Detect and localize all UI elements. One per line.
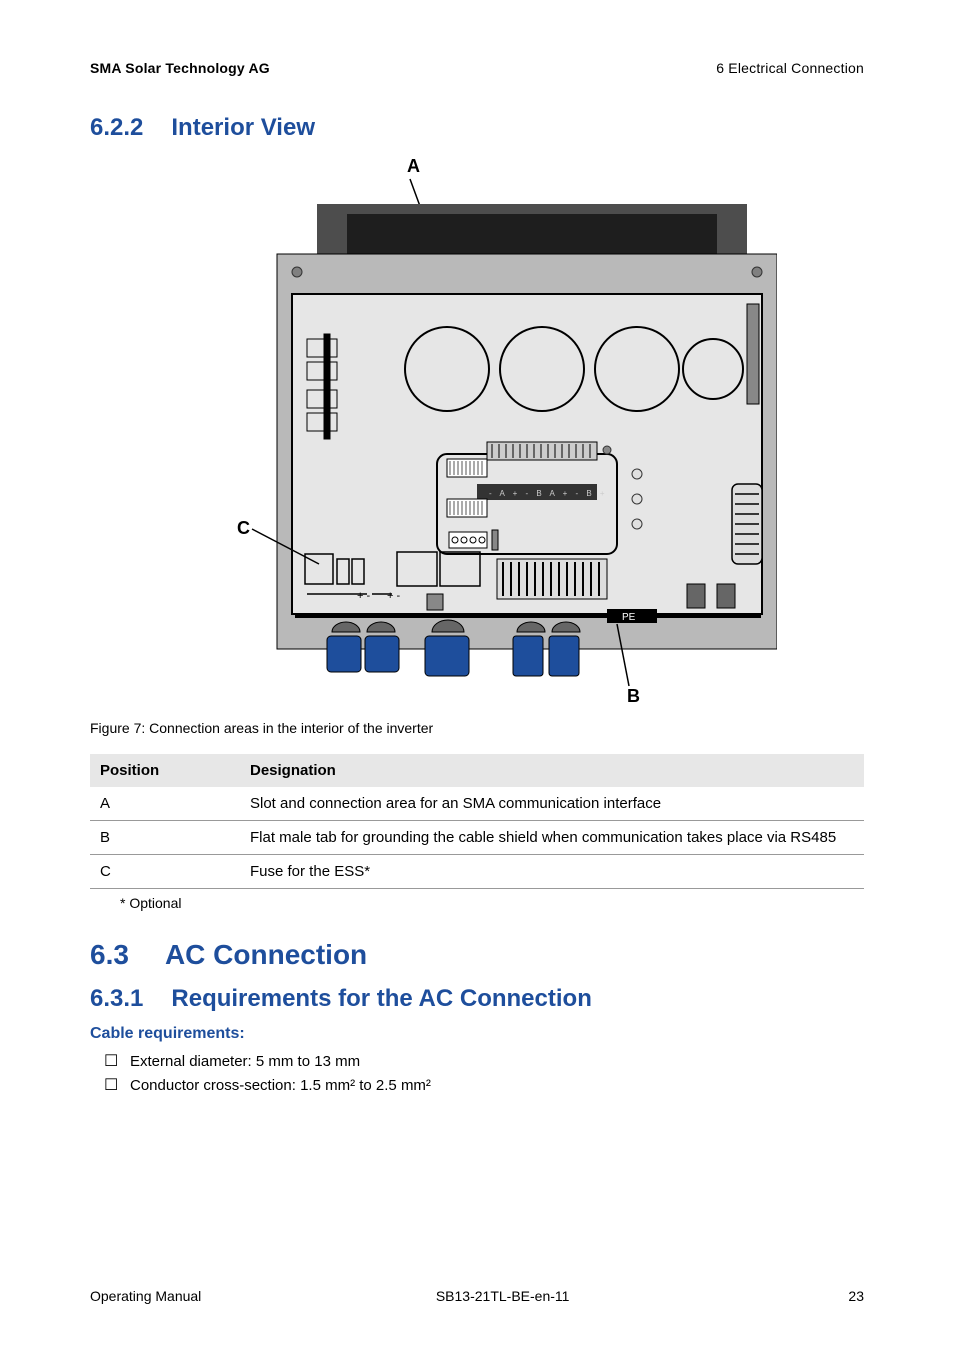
designation-table: Position Designation A Slot and connecti… [90, 754, 864, 889]
cell-designation: Fuse for the ESS* [240, 855, 864, 889]
heading-number: 6.3 [90, 939, 129, 970]
heading-6-3-1: 6.3.1 Requirements for the AC Connection [90, 985, 864, 1013]
figure-label-a: A [407, 156, 420, 176]
table-footnote: * Optional [120, 895, 864, 911]
cable-requirements-list: External diameter: 5 mm to 13 mm Conduct… [90, 1051, 864, 1095]
heading-title: Requirements for the AC Connection [171, 985, 591, 1012]
heading-number: 6.3.1 [90, 985, 143, 1012]
cell-designation: Flat male tab for grounding the cable sh… [240, 821, 864, 855]
svg-text:+ -: + - [387, 590, 400, 602]
footer-page-number: 23 [804, 1288, 864, 1304]
list-item: Conductor cross-section: 1.5 mm² to 2.5 … [104, 1075, 864, 1095]
cable-requirements-heading: Cable requirements: [90, 1025, 864, 1043]
svg-text:+ -: + - [357, 590, 370, 602]
heading-6-3: 6.3 AC Connection [90, 939, 864, 971]
figure-label-b: B [627, 686, 640, 704]
table-row: C Fuse for the ESS* [90, 855, 864, 889]
figure-caption: Figure 7: Connection areas in the interi… [90, 720, 864, 736]
heading-6-2-2: 6.2.2 Interior View [90, 114, 864, 142]
header-bar: SMA Solar Technology AG 6 Electrical Con… [90, 60, 864, 76]
cell-position: C [90, 855, 240, 889]
cell-position: B [90, 821, 240, 855]
figure-label-c: C [237, 518, 250, 538]
table-row: B Flat male tab for grounding the cable … [90, 821, 864, 855]
table-header-designation: Designation [240, 754, 864, 787]
heading-title: Interior View [171, 114, 315, 141]
header-left: SMA Solar Technology AG [90, 60, 270, 76]
footer-center: SB13-21TL-BE-en-11 [436, 1288, 570, 1304]
list-item: External diameter: 5 mm to 13 mm [104, 1051, 864, 1071]
header-right: 6 Electrical Connection [716, 60, 864, 76]
table-header-position: Position [90, 754, 240, 787]
pe-label: PE [622, 612, 636, 623]
cell-position: A [90, 787, 240, 821]
svg-text:- A + - B A + - B +: - A + - B A + - B + [489, 489, 608, 498]
footer-left: Operating Manual [90, 1288, 201, 1304]
heading-number: 6.2.2 [90, 114, 143, 141]
page-footer: Operating Manual SB13-21TL-BE-en-11 23 [90, 1288, 864, 1304]
heading-title: AC Connection [165, 939, 367, 970]
table-row: A Slot and connection area for an SMA co… [90, 787, 864, 821]
cell-designation: Slot and connection area for an SMA comm… [240, 787, 864, 821]
inverter-diagram: A [177, 154, 777, 704]
figure-interior-view: A [90, 154, 864, 704]
